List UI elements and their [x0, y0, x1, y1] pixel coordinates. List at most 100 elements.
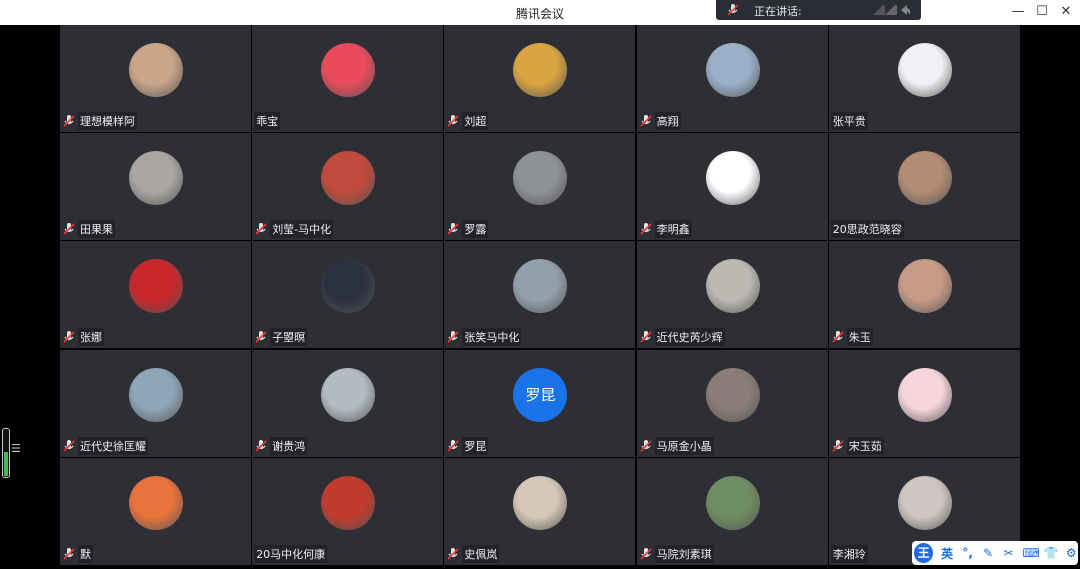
- volume-level: [4, 452, 8, 476]
- participant-tile[interactable]: 刘莹-马中化: [252, 133, 444, 241]
- participant-tile[interactable]: 张娜: [60, 241, 251, 349]
- participant-tile[interactable]: 田果果: [60, 133, 251, 241]
- ime-keyboard-icon[interactable]: ⌨: [1022, 546, 1039, 560]
- participant-name-row: 张平贵: [830, 112, 868, 130]
- participant-name-row: 近代史徐匡耀: [62, 436, 148, 455]
- participant-avatar: [897, 475, 952, 530]
- muted-mic-icon: [255, 223, 267, 235]
- participant-grid: 理想模样阿 乖宝 刘超 高翔 张平贵田果果 刘莹-马中化 罗露 李明鑫 20思政范晓容张娜 子曌暝…: [60, 25, 1020, 567]
- participant-tile[interactable]: 近代史徐匡耀: [60, 349, 251, 457]
- participant-avatar: [129, 151, 183, 206]
- ime-logo-icon[interactable]: 王: [914, 543, 934, 563]
- participant-name-row: 20思政范晓容: [830, 220, 904, 239]
- participant-avatar: 罗昆: [513, 367, 568, 422]
- participant-tile[interactable]: 罗露: [444, 133, 636, 241]
- participant-avatar: [897, 259, 952, 314]
- participant-name: 近代史芮少辉: [654, 328, 725, 347]
- participant-tile[interactable]: 张笑马中化: [444, 241, 636, 349]
- participant-tile[interactable]: 高翔: [636, 25, 828, 132]
- participant-name-row: 马原金小晶: [639, 436, 714, 455]
- participant-name: 李明鑫: [654, 220, 692, 239]
- member-list-icon[interactable]: ☰: [11, 442, 23, 456]
- ime-scissors-icon[interactable]: ✂: [1002, 546, 1016, 560]
- ime-skin-icon[interactable]: 👕: [1043, 546, 1058, 560]
- participant-avatar: [897, 151, 952, 206]
- participant-avatar: [129, 43, 183, 97]
- participant-tile[interactable]: 马原金小晶: [636, 349, 828, 457]
- participant-name-row: 默: [62, 544, 93, 563]
- participant-avatar: [513, 151, 568, 206]
- participant-tile[interactable]: 近代史芮少辉: [636, 241, 828, 349]
- muted-mic-icon: [640, 331, 652, 343]
- participant-avatar: [897, 43, 952, 97]
- participant-tile[interactable]: 理想模样阿: [60, 25, 251, 132]
- ime-settings-icon[interactable]: ⚙: [1064, 546, 1078, 560]
- participant-name: 罗昆: [462, 436, 489, 455]
- ime-language-toggle[interactable]: 英: [940, 545, 954, 562]
- participant-name: 马原金小晶: [654, 436, 714, 455]
- participant-avatar: [129, 367, 183, 422]
- volume-meter[interactable]: [2, 428, 10, 478]
- muted-mic-icon: [255, 439, 267, 452]
- participant-tile[interactable]: 宋玉茹: [828, 349, 1020, 457]
- participant-avatar: [513, 43, 568, 97]
- muted-mic-icon: [63, 439, 75, 452]
- participant-avatar: [321, 259, 376, 314]
- participant-avatar: [129, 259, 183, 314]
- participant-name-row: 张笑马中化: [446, 328, 522, 347]
- muted-mic-icon: [447, 331, 459, 343]
- muted-mic-icon: [640, 547, 652, 560]
- participant-tile[interactable]: 李明鑫: [636, 133, 828, 241]
- participant-tile[interactable]: 20思政范晓容: [828, 133, 1020, 241]
- participant-avatar: [705, 151, 760, 206]
- participant-tile[interactable]: 张平贵: [828, 25, 1020, 132]
- speaking-indicator: 正在讲话:: [716, 0, 921, 20]
- participant-tile[interactable]: 马院刘素琪: [636, 457, 828, 565]
- participant-tile[interactable]: 子曌暝: [252, 241, 444, 349]
- participant-tile[interactable]: 20马中化何康: [252, 457, 444, 565]
- close-button[interactable]: ✕: [1056, 3, 1076, 21]
- participant-avatar: [321, 43, 376, 97]
- participant-tile[interactable]: 史佩岚: [444, 457, 636, 565]
- participant-name: 刘超: [462, 112, 489, 130]
- muted-mic-icon: [640, 115, 652, 127]
- participant-tile[interactable]: 朱玉: [828, 241, 1020, 349]
- muted-mic-icon: [63, 331, 75, 343]
- participant-avatar: [321, 151, 376, 206]
- participant-tile[interactable]: 罗昆 罗昆: [444, 349, 636, 457]
- ime-handwrite-icon[interactable]: ✎: [981, 546, 995, 560]
- minimize-button[interactable]: —: [1008, 3, 1028, 21]
- participant-avatar: [513, 259, 568, 314]
- participant-name-row: 刘莹-马中化: [254, 220, 334, 239]
- participant-name-row: 田果果: [62, 220, 115, 239]
- participant-name-row: 谢贵鸿: [254, 436, 308, 455]
- maximize-button[interactable]: ☐: [1032, 3, 1052, 21]
- participant-name-row: 理想模样阿: [62, 112, 137, 130]
- participant-name-row: 近代史芮少辉: [639, 328, 725, 347]
- participant-avatar: [513, 475, 568, 530]
- muted-mic-icon: [63, 115, 75, 127]
- participant-name-row: 高翔: [639, 112, 681, 130]
- ime-toolbar[interactable]: 王 英 °, ✎ ✂ ⌨ 👕 ⚙: [912, 541, 1078, 565]
- participant-name: 默: [78, 544, 93, 563]
- ime-punctuation-icon[interactable]: °,: [961, 546, 975, 560]
- participant-avatar: [705, 259, 760, 314]
- participant-name: 20思政范晓容: [830, 220, 904, 239]
- participant-tile[interactable]: 刘超: [444, 25, 636, 132]
- participant-name: 谢贵鸿: [270, 436, 308, 455]
- participant-name: 宋玉茹: [846, 436, 884, 455]
- participant-tile[interactable]: 默: [60, 457, 251, 565]
- participant-name: 史佩岚: [462, 544, 500, 563]
- muted-mic-icon: [447, 223, 459, 235]
- participant-tile[interactable]: 谢贵鸿: [252, 349, 444, 457]
- participant-avatar: [321, 475, 376, 530]
- participant-name: 高翔: [654, 112, 681, 130]
- participant-name-row: 罗露: [446, 220, 489, 239]
- muted-mic-icon: [255, 331, 267, 343]
- participant-name: 张娜: [78, 328, 104, 347]
- participant-name: 20马中化何康: [254, 544, 328, 563]
- participant-tile[interactable]: 乖宝: [252, 25, 444, 132]
- participant-name-row: 李湘玲: [830, 544, 868, 563]
- muted-mic-icon: [832, 331, 844, 343]
- participant-avatar: [705, 367, 760, 422]
